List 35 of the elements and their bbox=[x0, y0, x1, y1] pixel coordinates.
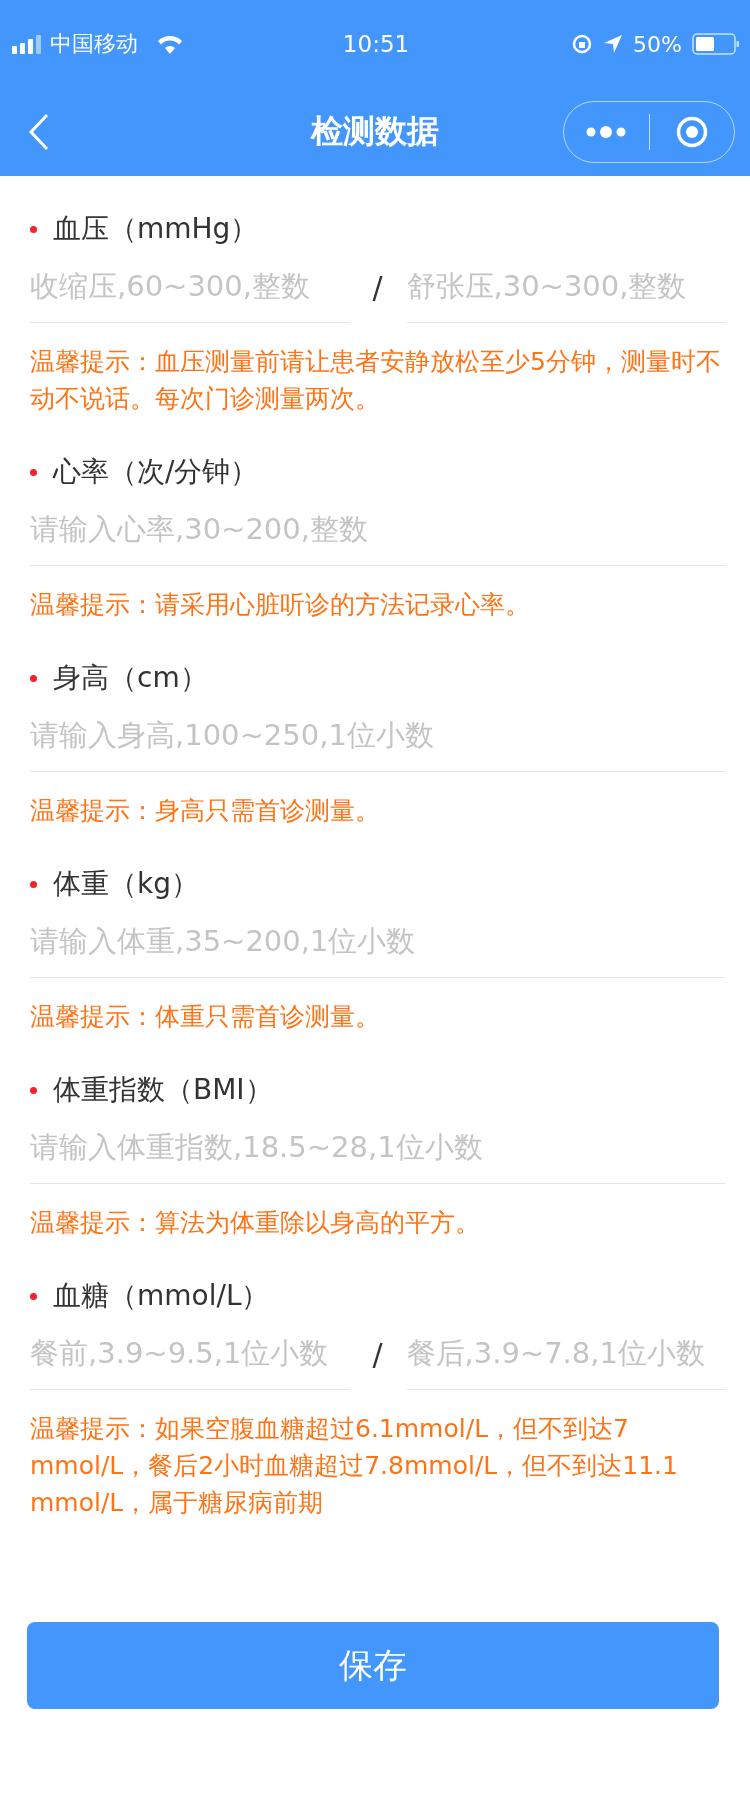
save-button[interactable]: 保存 bbox=[27, 1622, 719, 1709]
field-label: 体重指数（BMI） bbox=[53, 1072, 273, 1108]
battery-icon bbox=[692, 33, 740, 55]
hint-text: 温馨提示：血压测量前请让患者安静放松至少5分钟，测量时不动不说话。每次门诊测量两次。 bbox=[30, 346, 722, 415]
input-field[interactable]: 舒张压,30~300,整数 bbox=[406, 249, 725, 323]
field-label: 体重（kg） bbox=[53, 866, 199, 902]
separator-slash: / bbox=[371, 1336, 384, 1372]
hint-text: 温馨提示：请采用心脏听诊的方法记录心率。 bbox=[30, 589, 531, 621]
separator-slash: / bbox=[371, 269, 384, 305]
field-label: 身高（cm） bbox=[53, 660, 208, 696]
input-field[interactable]: 请输入心率,30~200,整数 bbox=[30, 492, 725, 566]
carrier-name: 中国移动 bbox=[50, 30, 138, 58]
hint-text: 温馨提示：如果空腹血糖超过6.1mmol/L，但不到达7 mmol/L，餐后2小时血糖超过7.8mmol/L，但不到达11.1 mmol/L，属于糖尿病前期 bbox=[30, 1413, 679, 1519]
target-icon bbox=[675, 116, 708, 148]
dots-icon bbox=[586, 125, 627, 139]
field-label: 血糖（mmol/L） bbox=[53, 1278, 270, 1314]
input-field[interactable]: 餐前,3.9~9.5,1位小数 bbox=[30, 1316, 349, 1390]
input-field[interactable]: 请输入身高,100~250,1位小数 bbox=[30, 698, 725, 772]
hint-text: 温馨提示：算法为体重除以身高的平方。 bbox=[30, 1207, 481, 1239]
field-label: 血压（mmHg） bbox=[53, 211, 259, 247]
input-field[interactable]: 请输入体重指数,18.5~28,1位小数 bbox=[30, 1110, 725, 1184]
input-field[interactable]: 请输入体重,35~200,1位小数 bbox=[30, 904, 725, 978]
battery-percent: 50% bbox=[633, 31, 682, 57]
location-icon bbox=[603, 34, 624, 54]
hint-text: 温馨提示：体重只需首诊测量。 bbox=[30, 1001, 381, 1033]
wifi-icon bbox=[156, 34, 184, 54]
signal-icon bbox=[12, 34, 42, 54]
input-field[interactable]: 收缩压,60~300,整数 bbox=[30, 249, 349, 323]
status-time: 10:51 bbox=[342, 31, 410, 57]
rotation-lock-icon bbox=[571, 33, 594, 55]
input-field[interactable]: 餐后,3.9~7.8,1位小数 bbox=[406, 1316, 725, 1390]
page-title: 检测数据 bbox=[311, 112, 439, 150]
hint-text: 温馨提示：身高只需首诊测量。 bbox=[30, 795, 381, 827]
back-button[interactable] bbox=[28, 113, 50, 151]
field-label: 心率（次/分钟） bbox=[53, 454, 259, 490]
